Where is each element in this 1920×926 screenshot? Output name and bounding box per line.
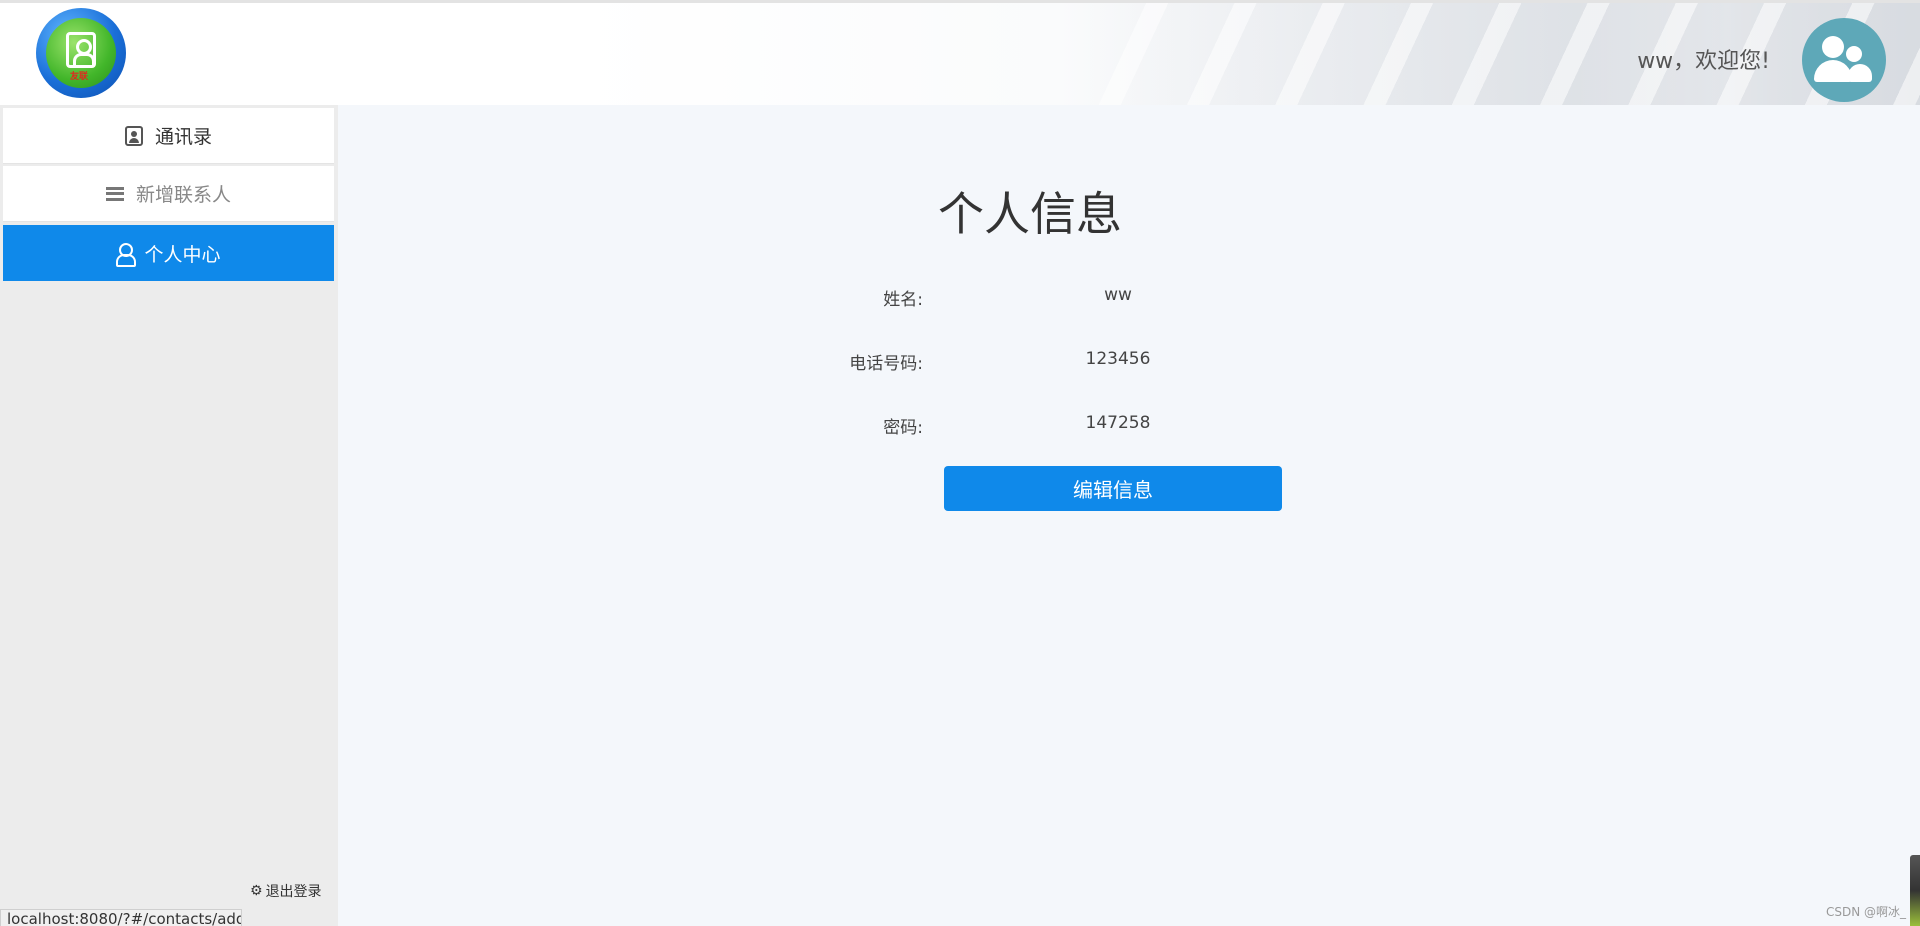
logo-text: 友联 (70, 72, 89, 82)
app-header: 友联 ww，欢迎您! (0, 0, 1920, 105)
app-logo[interactable]: 友联 (36, 8, 126, 98)
watermark: CSDN @啊冰_ (1825, 905, 1906, 919)
edge-widget (1910, 855, 1920, 926)
field-value: ww (1104, 285, 1132, 305)
address-book-icon: 友联 (46, 18, 116, 88)
field-label: 姓名: (883, 290, 923, 310)
sidebar-item-add-contact[interactable]: 新增联系人 (3, 166, 334, 222)
welcome-message: ww，欢迎您! (1637, 49, 1770, 74)
page-title: 个人信息 (938, 187, 1122, 241)
field-label: 电话号码: (849, 354, 923, 374)
field-value: 123456 (1085, 349, 1151, 369)
main-content: 个人信息 姓名: ww 电话号码: 123456 密码: 147258 编辑信息 (338, 105, 1920, 926)
sidebar-item-personal-center[interactable]: 个人中心 (3, 225, 334, 281)
user-icon (116, 243, 137, 267)
contacts-icon (124, 125, 143, 146)
user-avatar[interactable] (1802, 18, 1886, 102)
logout-link[interactable]: ⚙ 退出登录 (250, 881, 322, 901)
sidebar-item-contacts[interactable]: 通讯录 (3, 108, 334, 164)
gear-icon: ⚙ (250, 883, 263, 899)
sidebar-item-label: 新增联系人 (135, 184, 231, 206)
sidebar-item-label: 个人中心 (144, 243, 221, 266)
status-bar-url: localhost:8080/?#/contacts/add (0, 909, 242, 926)
logout-label: 退出登录 (265, 884, 322, 900)
sidebar-item-label: 通讯录 (154, 126, 212, 148)
field-value: 147258 (1085, 413, 1151, 433)
field-label: 密码: (883, 418, 923, 438)
sidebar: 通讯录 新增联系人 个人中心 ⚙ 退出登录 (0, 105, 338, 926)
menu-lines-icon (105, 186, 124, 201)
users-icon (1822, 36, 1844, 58)
edit-info-button[interactable]: 编辑信息 (944, 466, 1282, 511)
